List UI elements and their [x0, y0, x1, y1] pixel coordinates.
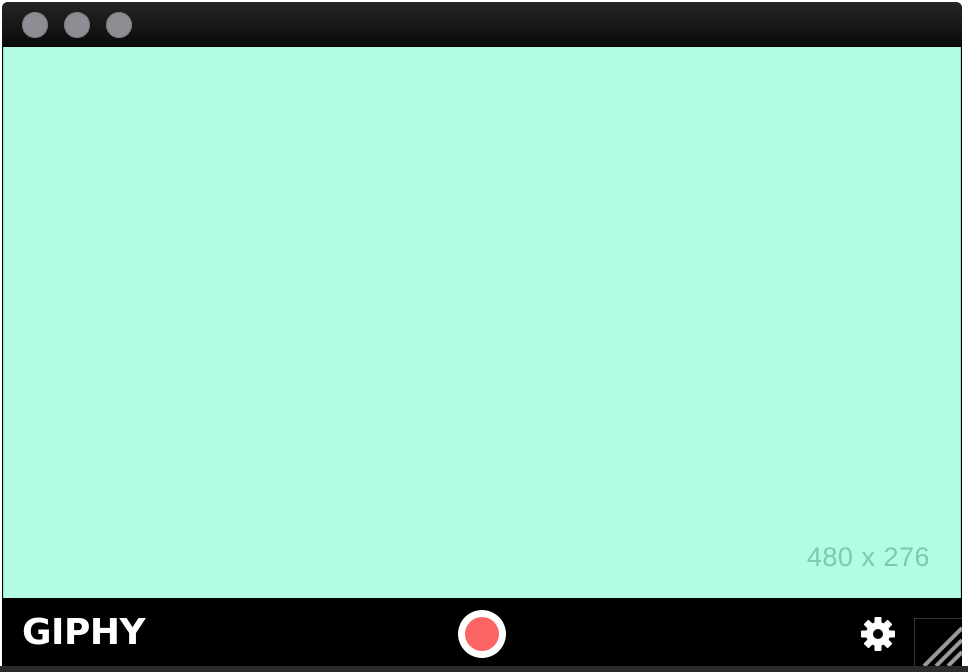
title-bar[interactable] [2, 2, 962, 46]
giphy-logo: GIPHY [22, 612, 146, 653]
app-window: 480 x 276 GIPHY [2, 2, 962, 668]
close-window-button[interactable] [22, 12, 48, 38]
bottom-toolbar: GIPHY [2, 598, 962, 668]
zoom-window-button[interactable] [106, 12, 132, 38]
resize-handle[interactable] [914, 618, 962, 668]
record-icon [465, 617, 499, 651]
record-button[interactable] [458, 610, 506, 658]
resize-grip-icon [922, 626, 962, 668]
minimize-window-button[interactable] [64, 12, 90, 38]
capture-area[interactable]: 480 x 276 [3, 47, 961, 598]
capture-dimensions-label: 480 x 276 [806, 542, 930, 572]
window-bottom-edge [0, 666, 968, 672]
gear-icon [861, 617, 895, 651]
settings-button[interactable] [858, 614, 898, 654]
